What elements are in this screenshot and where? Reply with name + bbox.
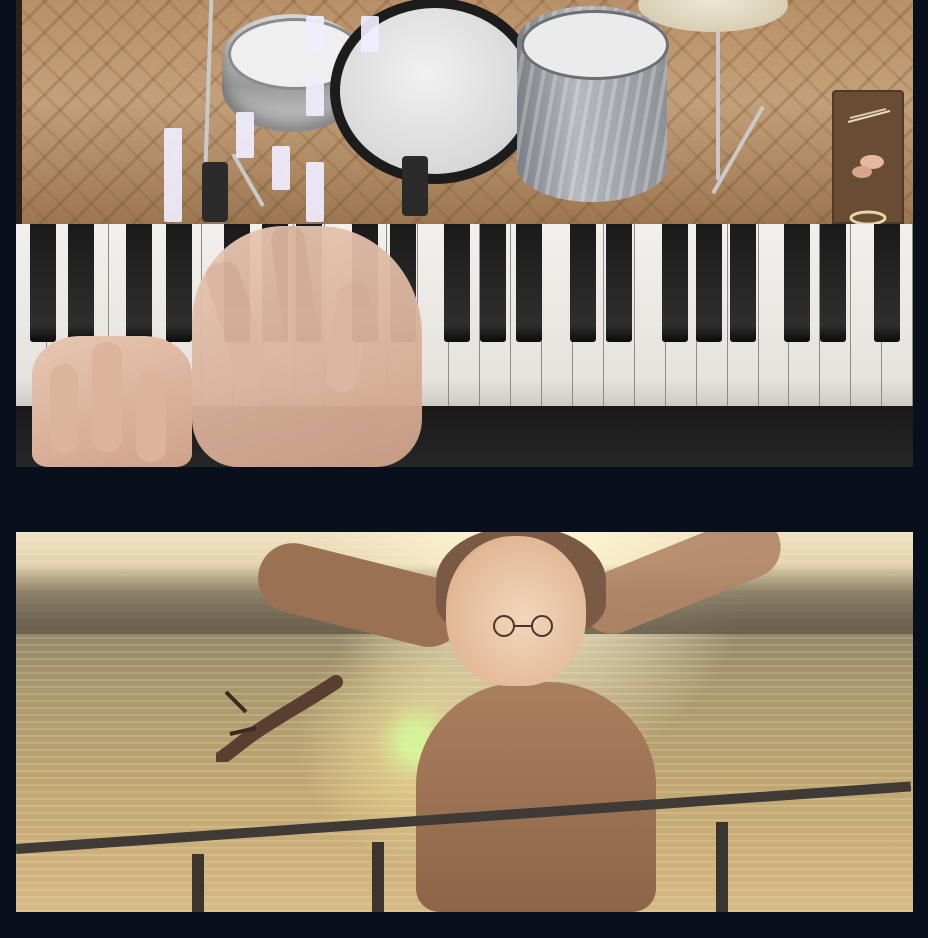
drum-piano-video[interactable]: [16, 0, 913, 467]
piano-key-white[interactable]: [541, 224, 573, 406]
girl-body: [416, 682, 656, 912]
floor-tom: [517, 6, 669, 202]
piano-key-black[interactable]: [874, 224, 900, 342]
railing-post: [192, 854, 204, 912]
finger: [202, 257, 272, 383]
finger: [136, 372, 166, 462]
braid-hair: [216, 675, 343, 762]
drumsticks-icon[interactable]: [846, 108, 892, 124]
finger: [269, 224, 321, 358]
piano-key-black[interactable]: [606, 224, 632, 342]
note-bar: [306, 16, 324, 52]
kick-pedal: [402, 156, 428, 216]
glasses-icon: [493, 615, 553, 637]
piano-key-black[interactable]: [480, 224, 506, 342]
piano-key-black[interactable]: [30, 224, 56, 342]
piano-key-black[interactable]: [820, 224, 846, 342]
piano-key-black[interactable]: [784, 224, 810, 342]
piano-key-black[interactable]: [126, 224, 152, 342]
anime-video[interactable]: [16, 532, 913, 912]
finger: [50, 364, 78, 454]
piano-key-black[interactable]: [516, 224, 542, 342]
note-bar: [236, 112, 254, 158]
piano-key-black[interactable]: [570, 224, 596, 342]
note-bar: [272, 146, 290, 190]
finger: [92, 342, 122, 452]
left-hand: [32, 336, 192, 467]
piano-key-black[interactable]: [166, 224, 192, 342]
tambourine-icon[interactable]: [848, 206, 888, 224]
piano-key-black[interactable]: [444, 224, 470, 342]
note-bar: [361, 16, 379, 52]
drum-kit-scene: [16, 0, 913, 224]
instrument-panel: [832, 90, 904, 224]
finger: [324, 280, 372, 394]
hi-hat-pedal: [202, 162, 228, 222]
stand-leg: [231, 153, 265, 207]
piano-key-black[interactable]: [662, 224, 688, 342]
girl-face: [446, 536, 586, 686]
right-hand: [192, 224, 422, 467]
railing-post: [716, 822, 728, 912]
piano-key-black[interactable]: [730, 224, 756, 342]
piano-key-black[interactable]: [68, 224, 94, 342]
cymbal-stand: [716, 30, 720, 180]
piano-key-black[interactable]: [696, 224, 722, 342]
shaker-icon[interactable]: [850, 152, 886, 182]
note-bar: [306, 78, 324, 116]
note-bar: [164, 128, 182, 222]
note-bar: [306, 162, 324, 222]
railing-post: [372, 842, 384, 912]
frame-edge: [16, 0, 22, 224]
anime-scene: [16, 532, 913, 912]
